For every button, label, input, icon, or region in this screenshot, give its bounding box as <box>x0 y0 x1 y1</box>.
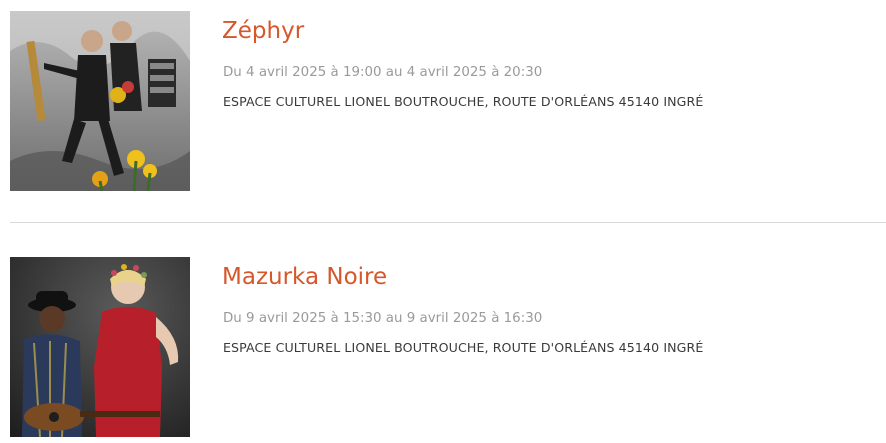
event-venue: ESPACE CULTUREL LIONEL BOUTROUCHE, ROUTE… <box>223 94 704 109</box>
event-dates: Du 4 avril 2025 à 19:00 au 4 avril 2025 … <box>223 65 543 80</box>
event-photo-mazurka-noire <box>10 257 190 437</box>
event-dates: Du 9 avril 2025 à 15:30 au 9 avril 2025 … <box>223 311 543 326</box>
divider <box>10 222 886 223</box>
event-photo-zephyr <box>10 11 190 191</box>
event-card: Zéphyr Du 4 avril 2025 à 19:00 au 4 avri… <box>10 11 886 191</box>
event-title[interactable]: Mazurka Noire <box>222 262 387 292</box>
event-venue: ESPACE CULTUREL LIONEL BOUTROUCHE, ROUTE… <box>223 340 704 355</box>
event-image[interactable] <box>10 257 190 437</box>
event-image[interactable] <box>10 11 190 191</box>
event-card: Mazurka Noire Du 9 avril 2025 à 15:30 au… <box>10 257 886 437</box>
event-title[interactable]: Zéphyr <box>222 16 304 46</box>
